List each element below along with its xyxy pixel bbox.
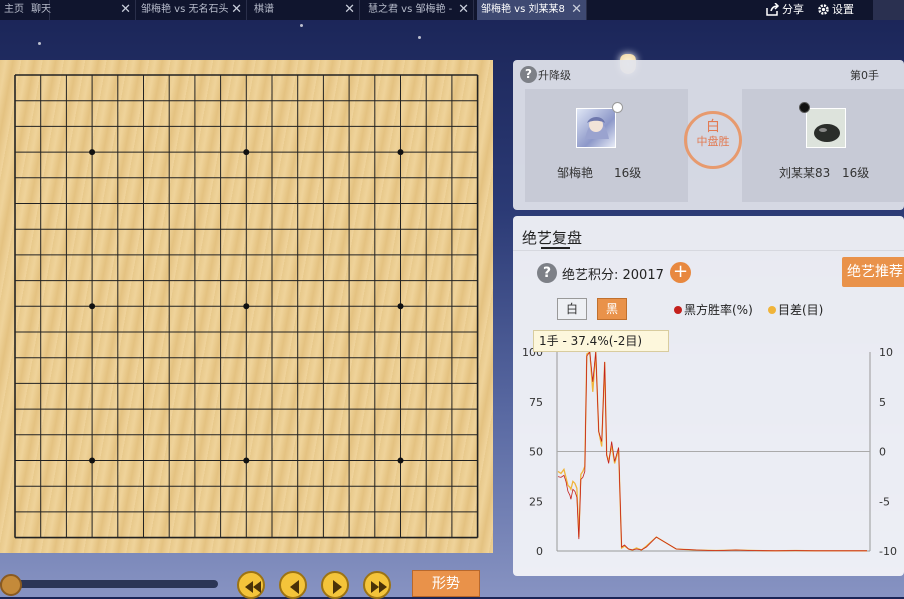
- white-player-rank: 16级: [614, 166, 642, 180]
- fast-rewind-icon: [245, 581, 261, 593]
- move-count: 第0手: [850, 69, 879, 82]
- avatar-image: [585, 117, 609, 139]
- result-stamp: 白 中盘胜: [684, 111, 742, 169]
- help-icon[interactable]: ?: [537, 263, 557, 283]
- black-player-rank: 16级: [842, 166, 870, 180]
- settings-button[interactable]: 设置: [817, 0, 854, 20]
- close-icon[interactable]: ✕: [458, 0, 469, 19]
- tab-game-1[interactable]: 邹梅艳 vs 无名石头 ✕: [137, 0, 247, 20]
- close-icon[interactable]: ✕: [571, 0, 582, 19]
- star-point: [243, 457, 250, 464]
- ai-recommend-button[interactable]: 绝艺推荐: [842, 257, 904, 287]
- star-point: [243, 303, 250, 310]
- star-point: [89, 149, 96, 156]
- divider: [513, 250, 904, 251]
- winrate-dot-icon: [674, 306, 682, 314]
- close-icon[interactable]: ✕: [120, 0, 131, 19]
- tab-chat[interactable]: 聊天 ✕: [27, 0, 136, 20]
- result-type: 中盘胜: [696, 135, 730, 148]
- avatar[interactable]: [806, 108, 846, 148]
- board-grid: [14, 74, 479, 539]
- winrate-chart[interactable]: 10075502501050-5-10: [513, 340, 904, 576]
- right-tick-label: -10: [879, 545, 897, 558]
- white-stone-icon: [612, 102, 623, 113]
- share-button[interactable]: 分享: [766, 0, 804, 20]
- level-label: 升降级: [538, 69, 571, 82]
- legend-winrate: 黑方胜率(%): [674, 301, 753, 318]
- help-icon[interactable]: ?: [520, 66, 537, 83]
- prev-move-button[interactable]: [279, 571, 307, 599]
- tab-label: 邹梅艳 vs 刘某某8: [481, 4, 565, 15]
- close-icon[interactable]: ✕: [344, 0, 355, 19]
- star-point: [397, 457, 404, 464]
- right-tick-label: 0: [879, 446, 886, 459]
- right-tick-label: -5: [879, 495, 890, 508]
- legend-winrate-label: 黑方胜率(%): [684, 303, 753, 317]
- legend-diff: 目差(目): [768, 301, 823, 318]
- play-icon: [333, 580, 342, 594]
- star-decoration: [38, 42, 41, 45]
- next-move-button[interactable]: [321, 571, 349, 599]
- right-tick-label: 5: [879, 396, 886, 409]
- move-slider[interactable]: [0, 580, 218, 588]
- star-point: [89, 457, 96, 464]
- left-tick-label: 50: [529, 446, 543, 459]
- tab-game-2[interactable]: 慧之君 vs 邹梅艳 - ✕: [364, 0, 474, 20]
- tab-game-current[interactable]: 邹梅艳 vs 刘某某8 ✕: [477, 0, 587, 20]
- trend-button[interactable]: 形势: [412, 570, 480, 597]
- review-title[interactable]: 绝艺复盘: [522, 227, 582, 248]
- result-winner: 白: [706, 119, 720, 135]
- white-player-name: 邹梅艳: [557, 166, 594, 180]
- avatar[interactable]: [576, 108, 616, 148]
- left-tick-label: 75: [529, 396, 543, 409]
- go-board[interactable]: [0, 60, 493, 553]
- star-decoration: [418, 36, 421, 39]
- white-view-button[interactable]: 白: [557, 298, 587, 320]
- diff-dot-icon: [768, 306, 776, 314]
- left-tick-label: 25: [529, 495, 543, 508]
- share-label: 分享: [782, 3, 804, 16]
- tab-label: 聊天: [31, 4, 51, 15]
- window-control[interactable]: [873, 0, 904, 20]
- black-stone-icon: [799, 102, 810, 113]
- black-player-name: 刘某某83: [779, 166, 831, 180]
- star-point: [397, 149, 404, 156]
- star-point: [243, 149, 250, 156]
- right-tick-label: 10: [879, 346, 893, 359]
- tab-label: 邹梅艳 vs 无名石头: [141, 4, 229, 15]
- ai-score: 绝艺积分: 20017: [562, 268, 664, 283]
- gear-icon: [818, 4, 829, 15]
- star-point: [397, 303, 404, 310]
- settings-label: 设置: [832, 3, 854, 16]
- move-slider-knob[interactable]: [0, 574, 22, 596]
- title-underline: [541, 247, 570, 249]
- add-score-button[interactable]: +: [670, 262, 691, 283]
- close-icon[interactable]: ✕: [231, 0, 242, 19]
- tab-label: 棋谱: [254, 4, 274, 15]
- prev-icon: [290, 580, 299, 594]
- legend-diff-label: 目差(目): [778, 303, 824, 317]
- share-icon: [766, 2, 780, 16]
- first-move-button[interactable]: [237, 571, 265, 599]
- last-move-button[interactable]: [363, 571, 391, 599]
- avatar-image: [814, 124, 840, 142]
- tab-label: 主页: [4, 4, 24, 15]
- black-view-button[interactable]: 黑: [597, 298, 627, 320]
- chart-tooltip: 1手 - 37.4%(-2目): [533, 330, 669, 352]
- left-tick-label: 0: [536, 545, 543, 558]
- tab-label: 慧之君 vs 邹梅艳 -: [368, 4, 453, 15]
- tab-records[interactable]: 棋谱 ✕: [250, 0, 360, 20]
- tab-bar: 主页 聊天 ✕ 邹梅艳 vs 无名石头 ✕ 棋谱 ✕ 慧之君 vs 邹梅艳 - ✕ 邹梅…: [0, 0, 904, 20]
- star-point: [89, 303, 96, 310]
- star-decoration: [300, 24, 303, 27]
- fast-forward-icon: [371, 581, 387, 593]
